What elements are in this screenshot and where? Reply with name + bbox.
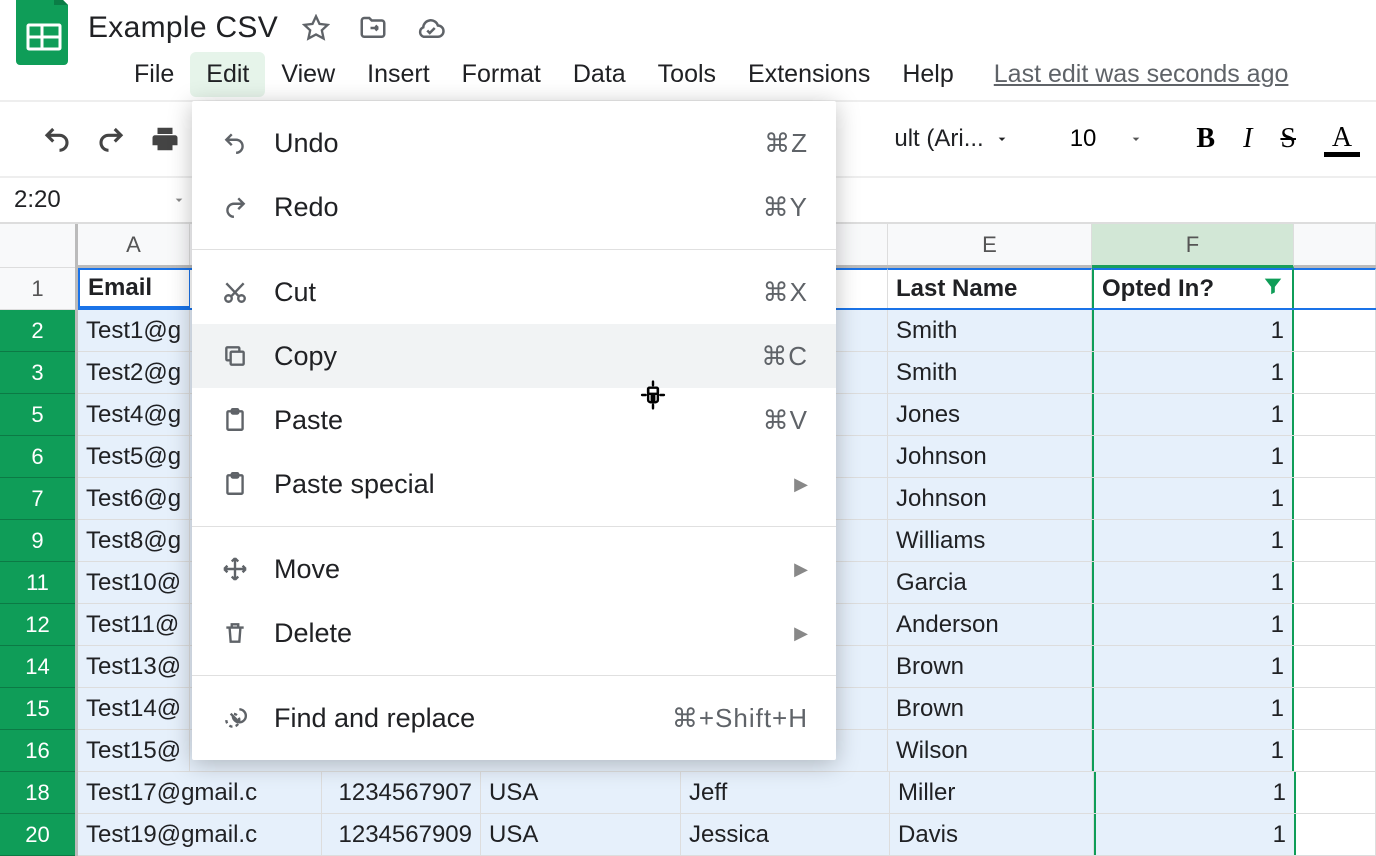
menu-view[interactable]: View [265, 52, 351, 97]
menuitem-delete[interactable]: Delete▶ [192, 601, 836, 665]
delete-icon [220, 620, 250, 646]
document-title[interactable]: Example CSV [88, 11, 278, 45]
italic-button[interactable]: I [1243, 123, 1252, 155]
move-to-folder-icon[interactable] [358, 13, 388, 43]
bold-button[interactable]: B [1196, 123, 1215, 155]
cut-icon [220, 279, 250, 305]
row-number[interactable]: 9 [0, 520, 75, 562]
paste-icon [220, 407, 250, 433]
filter-icon[interactable] [1262, 275, 1284, 304]
title-bar: Example CSV [0, 0, 1376, 48]
row-number[interactable]: 15 [0, 688, 75, 730]
name-box-value: 2:20 [14, 186, 61, 214]
undo-icon[interactable] [42, 124, 72, 154]
find-icon [220, 705, 250, 731]
row-number[interactable]: 14 [0, 646, 75, 688]
menubar: File Edit View Insert Format Data Tools … [0, 48, 1376, 100]
chevron-down-icon [171, 192, 187, 208]
menu-insert[interactable]: Insert [351, 52, 446, 97]
name-box[interactable]: 2:20 [6, 182, 195, 218]
paste-icon [220, 471, 250, 497]
row-number[interactable]: 2 [0, 310, 75, 352]
font-size-label: 10 [1070, 125, 1097, 153]
last-edit-link[interactable]: Last edit was seconds ago [994, 60, 1289, 89]
font-family-select[interactable]: ult (Ari... [894, 125, 1009, 153]
menu-format[interactable]: Format [446, 52, 557, 97]
redo-icon[interactable] [96, 124, 126, 154]
col-header-e[interactable]: E [888, 224, 1092, 265]
row-number[interactable]: 20 [0, 814, 75, 856]
menuitem-cut[interactable]: Cut⌘X [192, 260, 836, 324]
edit-menu-dropdown: Undo⌘ZRedo⌘Y Cut⌘XCopy⌘CPaste⌘VPaste spec… [192, 101, 836, 760]
table-row[interactable]: Test17@gmail.c 1234567907 USA Jeff Mille… [78, 772, 1376, 814]
menuitem-undo[interactable]: Undo⌘Z [192, 111, 836, 175]
menu-extensions[interactable]: Extensions [732, 52, 886, 97]
copy-icon [220, 343, 250, 369]
undo-icon [220, 130, 250, 156]
chevron-right-icon: ▶ [794, 474, 808, 495]
menu-edit[interactable]: Edit [190, 52, 265, 97]
row-number[interactable]: 1 [0, 268, 75, 310]
row-number[interactable]: 12 [0, 604, 75, 646]
row-number[interactable]: 6 [0, 436, 75, 478]
menuitem-find-and-replace[interactable]: Find and replace⌘+Shift+H [192, 686, 836, 750]
print-icon[interactable] [150, 124, 180, 154]
chevron-right-icon: ▶ [794, 559, 808, 580]
menuitem-copy[interactable]: Copy⌘C [192, 324, 836, 388]
menu-file[interactable]: File [118, 52, 190, 97]
chevron-right-icon: ▶ [794, 623, 808, 644]
menu-help[interactable]: Help [886, 52, 969, 97]
menuitem-paste[interactable]: Paste⌘V [192, 388, 836, 452]
text-color-button[interactable]: A [1324, 122, 1360, 157]
redo-icon [220, 194, 250, 220]
row-number[interactable]: 16 [0, 730, 75, 772]
row-number[interactable]: 5 [0, 394, 75, 436]
app-logo[interactable] [16, 0, 72, 66]
move-icon [220, 556, 250, 582]
col-header-f[interactable]: F [1092, 224, 1294, 268]
strikethrough-button[interactable]: S [1280, 123, 1296, 155]
font-family-label: ult (Ari... [894, 125, 983, 153]
header-lastname[interactable]: Last Name [888, 268, 1092, 308]
row-number[interactable]: 3 [0, 352, 75, 394]
row-number[interactable]: 18 [0, 772, 75, 814]
row-number[interactable]: 11 [0, 562, 75, 604]
table-row[interactable]: Test19@gmail.c 1234567909 USA Jessica Da… [78, 814, 1376, 856]
menuitem-redo[interactable]: Redo⌘Y [192, 175, 836, 239]
col-header-a[interactable]: A [78, 224, 190, 265]
header-email[interactable]: Email [78, 268, 190, 308]
font-size-select[interactable]: 10 [1070, 125, 1145, 153]
cloud-status-icon[interactable] [416, 13, 446, 43]
header-opted[interactable]: Opted In? [1092, 268, 1294, 308]
row-number[interactable]: 7 [0, 478, 75, 520]
menuitem-move[interactable]: Move▶ [192, 537, 836, 601]
menuitem-paste-special[interactable]: Paste special▶ [192, 452, 836, 516]
menu-tools[interactable]: Tools [642, 52, 732, 97]
menu-data[interactable]: Data [557, 52, 642, 97]
star-icon[interactable] [302, 14, 330, 42]
